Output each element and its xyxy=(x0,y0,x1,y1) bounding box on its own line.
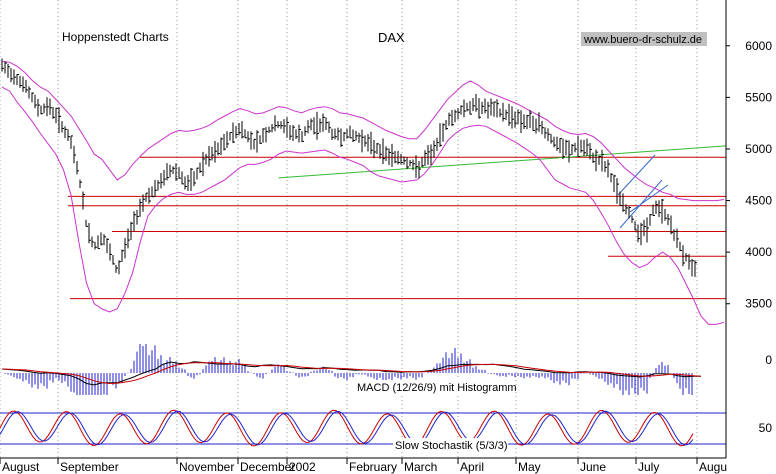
website-label[interactable]: www.buero-dr-schulz.de xyxy=(583,34,702,46)
macd-panel xyxy=(1,344,702,395)
price-tick-label: 4000 xyxy=(745,245,772,259)
x-tick-label: September xyxy=(60,460,119,474)
x-tick-label: November xyxy=(179,460,234,474)
trend-line xyxy=(278,145,727,179)
price-tick-label: 4500 xyxy=(745,194,772,208)
stochastic-label: Slow Stochastik (5/3/3) xyxy=(395,440,508,452)
grid xyxy=(0,0,698,458)
upper-band-line xyxy=(1,60,725,202)
price-tick-label: 5000 xyxy=(745,142,772,156)
x-tick-label: June xyxy=(580,460,606,474)
x-tick-label: July xyxy=(638,460,659,474)
axes: 3500 4000 4500 5000 5500 6000 0 50 August Septemb… xyxy=(0,0,772,474)
x-tick-label: 2002 xyxy=(289,460,316,474)
macd-label: MACD (12/26/9) mit Histogramm xyxy=(357,382,517,394)
dax-chart-svg: 3500 4000 4500 5000 5500 6000 0 50 August Septemb… xyxy=(0,0,772,474)
price-tick-label: 3500 xyxy=(745,297,772,311)
bollinger-bands xyxy=(1,60,725,325)
dax-chart: 3500 4000 4500 5000 5500 6000 0 50 August Septemb… xyxy=(0,0,776,474)
price-bars xyxy=(1,58,697,277)
chart-title: DAX xyxy=(378,30,405,45)
stochastic-panel xyxy=(0,409,726,447)
x-tick-label: May xyxy=(518,460,541,474)
stochastic-tick-label: 50 xyxy=(759,421,773,435)
x-tick-label: February xyxy=(349,460,397,474)
price-tick-label: 5500 xyxy=(745,90,772,104)
price-tick-label: 6000 xyxy=(745,39,772,53)
x-tick-label: Augu xyxy=(699,460,727,474)
x-tick-label: April xyxy=(460,460,484,474)
x-tick-label: March xyxy=(404,460,437,474)
macd-tick-label: 0 xyxy=(765,353,772,367)
source-label: Hoppenstedt Charts xyxy=(62,30,169,44)
x-tick-label: August xyxy=(2,460,40,474)
